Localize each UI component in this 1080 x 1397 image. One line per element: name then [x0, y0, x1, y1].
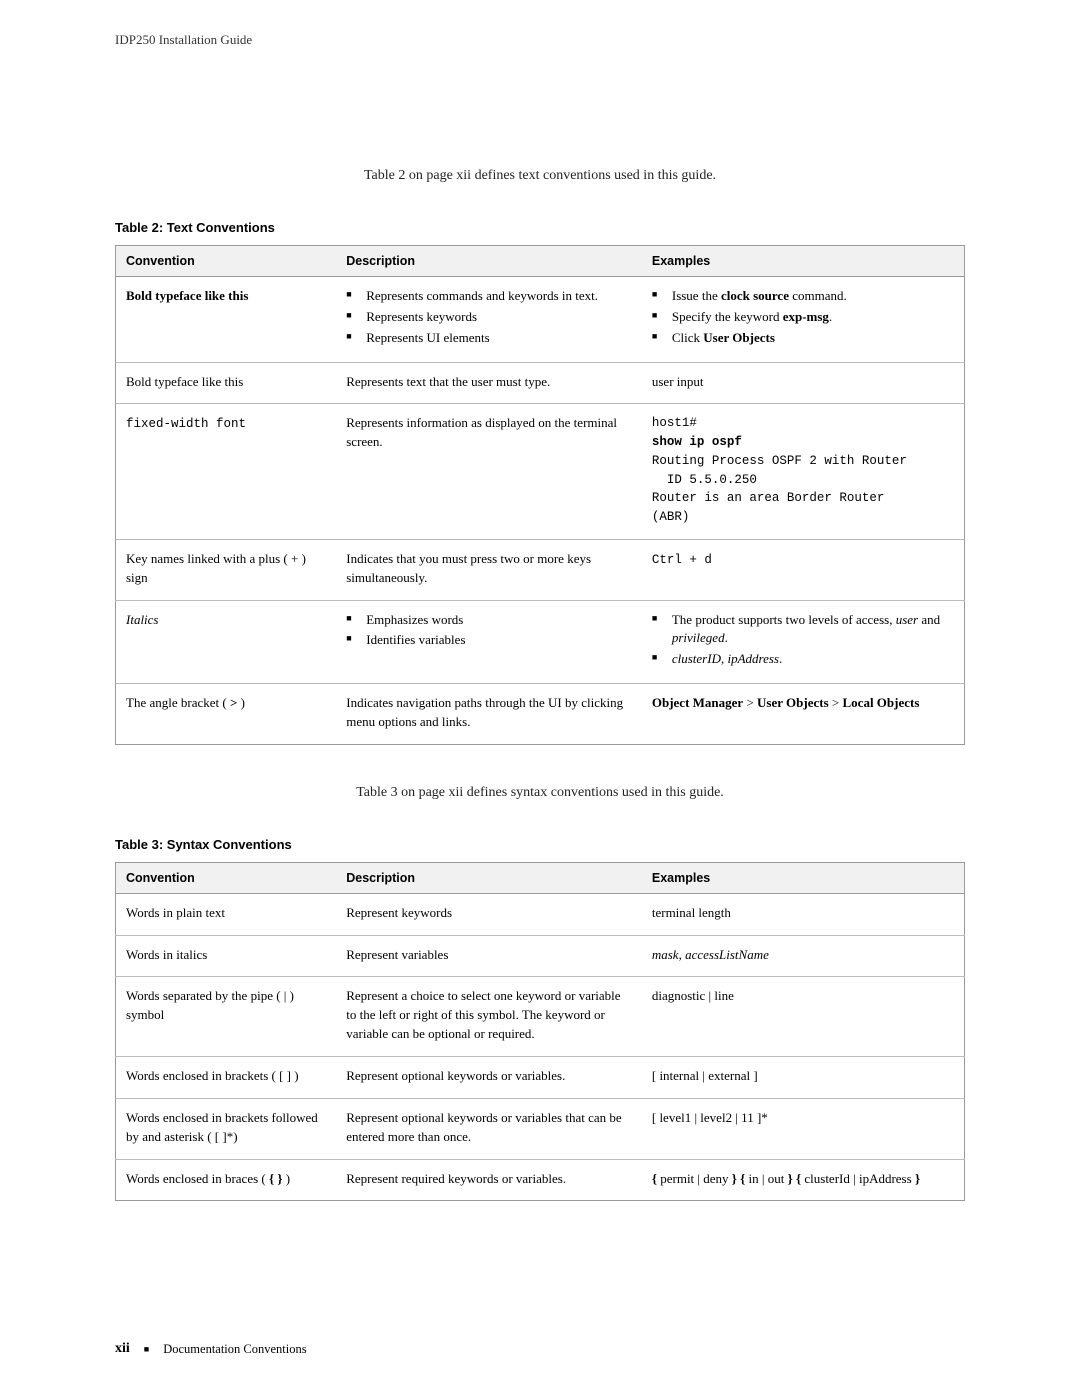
table3-header-examples: Examples	[642, 862, 965, 893]
page-footer: xii ■ Documentation Conventions	[115, 1341, 307, 1357]
ex-user-input: user input	[642, 362, 965, 404]
table2-caption: Table 2: Text Conventions	[115, 220, 965, 235]
desc-item: Identifies variables	[346, 631, 632, 650]
desc-key-plus: Indicates that you must press two or mor…	[336, 539, 642, 600]
table-row: Words enclosed in braces ( { } ) Represe…	[116, 1159, 965, 1201]
ex-list: The product supports two levels of acces…	[652, 611, 954, 670]
table-row: Words separated by the pipe ( | ) symbol…	[116, 977, 965, 1057]
desc-item: Represents keywords	[346, 308, 632, 327]
desc-list: Emphasizes words Identifies variables	[346, 611, 632, 651]
conv-italics-syntax: Words in italics	[116, 935, 337, 977]
ex-ctrl-d: Ctrl + d	[652, 553, 712, 567]
page-number: xii	[115, 1341, 130, 1357]
page-header-title: IDP250 Installation Guide	[115, 32, 965, 48]
table-row: Bold typeface like this Represents comma…	[116, 277, 965, 363]
desc-brackets-asterisk: Represent optional keywords or variables…	[336, 1098, 642, 1159]
conv-fixed-width: fixed-width font	[126, 417, 246, 431]
ex-item: Specify the keyword exp-msg.	[652, 308, 954, 327]
table-row: Words enclosed in brackets ( [ ] ) Repre…	[116, 1057, 965, 1099]
intro-text-table2: Table 2 on page xii defines text convent…	[115, 168, 965, 184]
table-row: Bold typeface like this Represents text …	[116, 362, 965, 404]
table-row: Words enclosed in brackets followed by a…	[116, 1098, 965, 1159]
desc-item: Emphasizes words	[346, 611, 632, 630]
table-row: The angle bracket ( > ) Indicates naviga…	[116, 684, 965, 745]
footer-square-icon: ■	[144, 1344, 149, 1354]
conv-italics: Italics	[126, 612, 159, 627]
table3-header-description: Description	[336, 862, 642, 893]
ex-list: Issue the clock source command. Specify …	[652, 287, 954, 348]
ex-terminal-output: host1# show ip ospf Routing Process OSPF…	[652, 414, 954, 527]
table-row: Key names linked with a plus ( + ) sign …	[116, 539, 965, 600]
desc-nav-path: Indicates navigation paths through the U…	[336, 684, 642, 745]
conv-bold-type-user: Bold typeface like this	[116, 362, 337, 404]
table-row: fixed-width font Represents information …	[116, 404, 965, 540]
conv-brackets: Words enclosed in brackets ( [ ] )	[116, 1057, 337, 1099]
footer-section: Documentation Conventions	[163, 1342, 306, 1357]
table-row: Words in plain text Represent keywords t…	[116, 893, 965, 935]
table-syntax-conventions: Convention Description Examples Words in…	[115, 862, 965, 1202]
desc-brackets: Represent optional keywords or variables…	[336, 1057, 642, 1099]
ex-braces: { permit | deny } { in | out } { cluster…	[642, 1159, 965, 1201]
ex-pipe: diagnostic | line	[642, 977, 965, 1057]
table2-header-examples: Examples	[642, 246, 965, 277]
ex-item: clusterID, ipAddress.	[652, 650, 954, 669]
desc-braces: Represent required keywords or variables…	[336, 1159, 642, 1201]
desc-terminal: Represents information as displayed on t…	[336, 404, 642, 540]
table-row: Italics Emphasizes words Identifies vari…	[116, 600, 965, 684]
desc-pipe: Represent a choice to select one keyword…	[336, 977, 642, 1057]
table3-caption: Table 3: Syntax Conventions	[115, 837, 965, 852]
conv-key-plus: Key names linked with a plus ( + ) sign	[116, 539, 337, 600]
desc-plain: Represent keywords	[336, 893, 642, 935]
desc-item: Represents UI elements	[346, 329, 632, 348]
desc-italics-syntax: Represent variables	[336, 935, 642, 977]
table-text-conventions: Convention Description Examples Bold typ…	[115, 245, 965, 745]
conv-plain: Words in plain text	[116, 893, 337, 935]
conv-bold-typeface: Bold typeface like this	[126, 288, 248, 303]
ex-nav-path: Object Manager > User Objects > Local Ob…	[642, 684, 965, 745]
desc-item: Represents commands and keywords in text…	[346, 287, 632, 306]
conv-brackets-asterisk: Words enclosed in brackets followed by a…	[116, 1098, 337, 1159]
desc-list: Represents commands and keywords in text…	[346, 287, 632, 348]
ex-brackets-asterisk: [ level1 | level2 | 11 ]*	[642, 1098, 965, 1159]
ex-item: Click User Objects	[652, 329, 954, 348]
ex-item: The product supports two levels of acces…	[652, 611, 954, 649]
table3-header-convention: Convention	[116, 862, 337, 893]
ex-italics-syntax: mask, accessListName	[642, 935, 965, 977]
conv-pipe: Words separated by the pipe ( | ) symbol	[116, 977, 337, 1057]
table2-header-convention: Convention	[116, 246, 337, 277]
intro-text-table3: Table 3 on page xii defines syntax conve…	[115, 785, 965, 801]
conv-braces: Words enclosed in braces ( { } )	[116, 1159, 337, 1201]
table2-header-description: Description	[336, 246, 642, 277]
ex-item: Issue the clock source command.	[652, 287, 954, 306]
conv-angle-bracket: The angle bracket ( > )	[116, 684, 337, 745]
table-row: Words in italics Represent variables mas…	[116, 935, 965, 977]
ex-plain: terminal length	[642, 893, 965, 935]
desc-user-type: Represents text that the user must type.	[336, 362, 642, 404]
ex-brackets: [ internal | external ]	[642, 1057, 965, 1099]
